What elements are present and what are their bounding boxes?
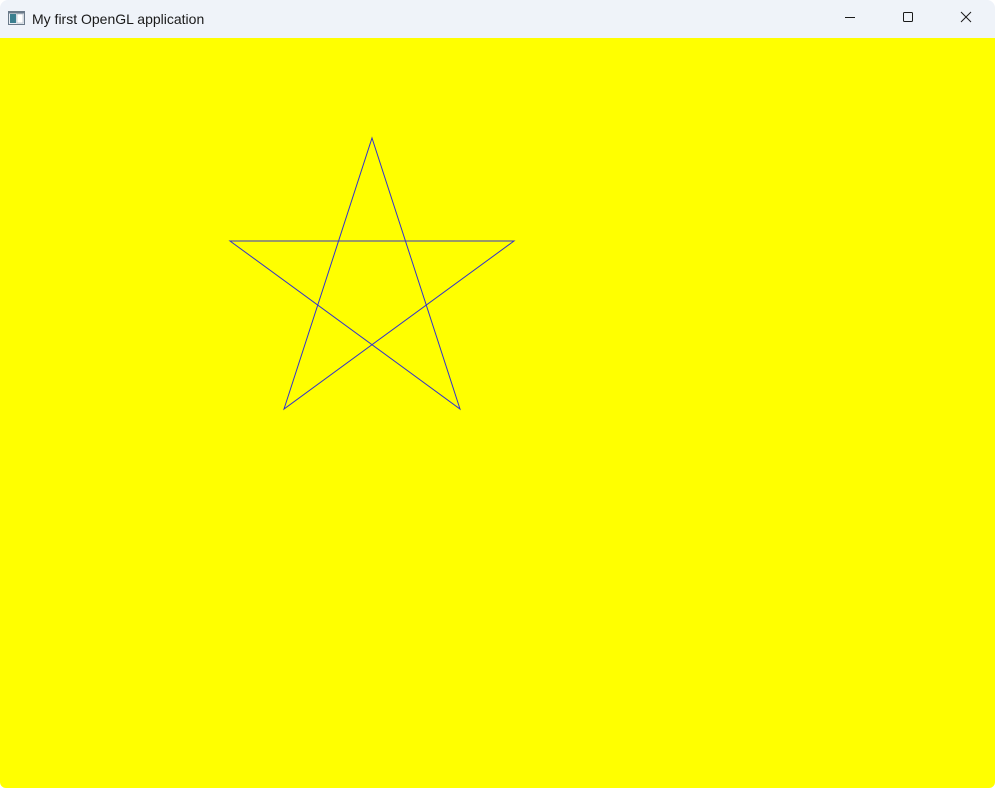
- close-icon: [960, 10, 972, 28]
- app-window: My first OpenGL application: [0, 0, 995, 788]
- maximize-button[interactable]: [879, 0, 937, 38]
- app-window-icon: [8, 11, 25, 25]
- close-button[interactable]: [937, 0, 995, 38]
- opengl-canvas[interactable]: [0, 38, 995, 788]
- minimize-button[interactable]: [821, 0, 879, 38]
- minimize-icon: [844, 10, 856, 28]
- canvas-background: [0, 38, 995, 788]
- maximize-icon: [902, 10, 914, 28]
- title-bar[interactable]: My first OpenGL application: [0, 0, 995, 38]
- window-title: My first OpenGL application: [32, 11, 205, 27]
